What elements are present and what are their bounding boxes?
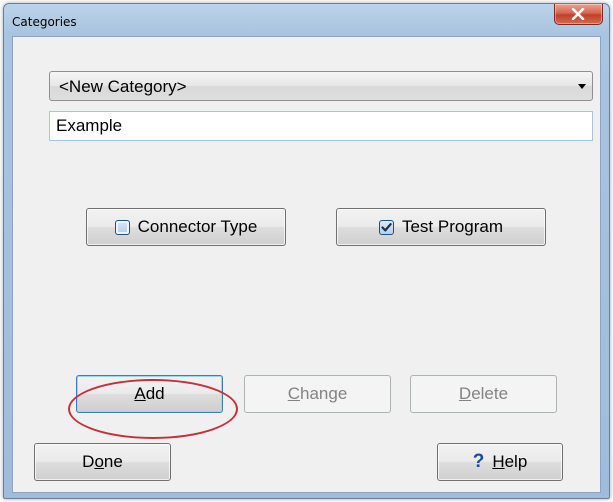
close-icon [571,8,585,20]
test-program-toggle[interactable]: Test Program [336,208,546,246]
add-label: Add [134,384,165,403]
unchecked-checkbox-icon [114,219,130,235]
help-label: Help [492,452,528,471]
delete-button[interactable]: Delete [410,375,557,413]
delete-label: Delete [458,384,509,403]
test-program-label: Test Program [401,217,504,236]
add-button[interactable]: Add [76,375,223,413]
done-button[interactable]: Done [34,443,171,481]
question-icon: ? [472,451,485,472]
change-button[interactable]: Change [244,375,391,413]
window-title: Categories [12,15,77,29]
connector-type-toggle[interactable]: Connector Type [86,208,286,246]
checked-checkbox-icon [378,219,394,235]
category-dropdown-value: <New Category> [59,77,187,96]
chevron-down-icon[interactable] [578,84,586,89]
done-label: Done [82,452,123,471]
close-button[interactable] [554,4,603,25]
change-label: Change [287,384,348,403]
dialog-body: <New Category> Connector Type Test Progr… [12,36,601,493]
categories-window: Categories <New Category> Connector Type… [3,3,610,499]
help-button[interactable]: ? Help [437,443,563,481]
category-name-input[interactable] [49,111,593,141]
title-bar[interactable]: Categories [4,4,609,36]
connector-type-label: Connector Type [137,217,258,236]
category-dropdown[interactable]: <New Category> [49,71,593,101]
